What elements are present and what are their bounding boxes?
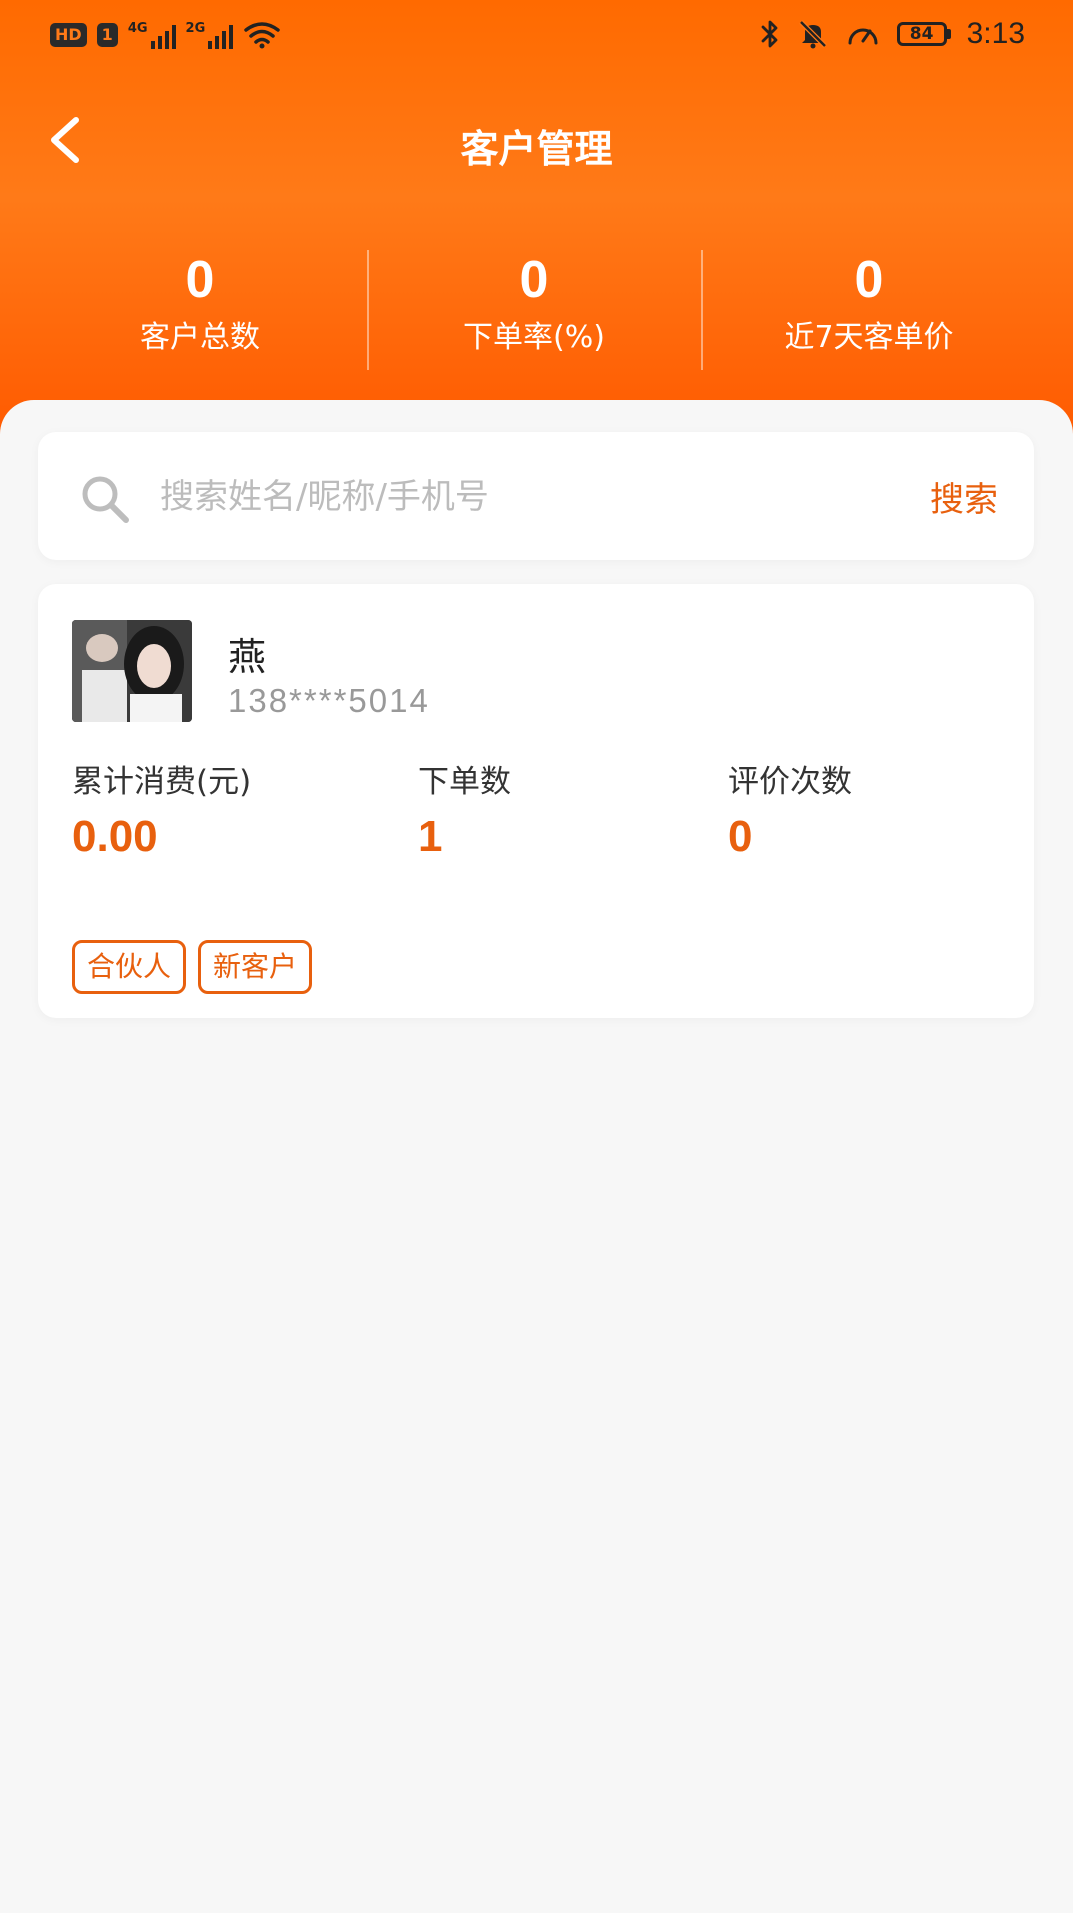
page-title: 客户管理 [460, 127, 613, 171]
wifi-icon [244, 22, 280, 49]
avatar [72, 620, 192, 722]
content-panel: 搜索 燕 138****5014 累计消费(元) 0.00 下单数 1 评价次数 [0, 400, 1073, 1913]
header-background: HD 1 4G 2G 84 3:13 客户管理 0 客户总数 0 下单率(%) … [0, 0, 1073, 440]
customer-card[interactable]: 燕 138****5014 累计消费(元) 0.00 下单数 1 评价次数 0 … [38, 584, 1034, 1018]
signal-bar [171, 25, 176, 49]
customer-tags: 合伙人 新客户 [72, 940, 313, 994]
battery-icon: 84 [896, 22, 951, 46]
stat-value: 0 [854, 251, 884, 309]
metric-label: 累计消费(元) [72, 764, 252, 800]
nav-bar: 客户管理 [0, 100, 1073, 180]
signal-type-label: 2G [185, 21, 206, 36]
search-bar: 搜索 [38, 432, 1034, 560]
metric-value: 0.00 [72, 812, 158, 861]
stat-label: 下单率(%) [463, 320, 605, 355]
signal-icon: 4G [128, 21, 176, 49]
signal-bar [229, 25, 234, 49]
stat-order-rate: 0 下单率(%) [367, 250, 701, 358]
search-input[interactable] [158, 462, 862, 532]
avatar-image [72, 620, 192, 722]
tag-new-customer: 新客户 [198, 940, 313, 994]
metric-value: 0 [728, 812, 753, 861]
speed-meter-icon [848, 28, 878, 45]
status-left: HD 1 4G 2G [50, 18, 281, 52]
stat-total-customers: 0 客户总数 [33, 250, 367, 358]
stat-value: 0 [519, 251, 549, 309]
customer-name: 燕 [228, 635, 267, 679]
signal-type-label: 4G [127, 21, 148, 36]
metric-review-count: 评价次数 0 [728, 762, 852, 862]
signal-bar [215, 36, 220, 49]
search-icon [82, 476, 129, 523]
signal-bar [208, 41, 213, 49]
metric-total-spent: 累计消费(元) 0.00 [72, 762, 251, 862]
mute-bell-icon [798, 20, 827, 49]
status-bar: HD 1 4G 2G 84 3:13 [0, 0, 1073, 70]
battery-level: 84 [896, 22, 947, 46]
hd-badge: HD [50, 23, 87, 47]
status-time: 3:13 [966, 17, 1025, 50]
metric-label: 下单数 [418, 764, 511, 800]
metric-label: 评价次数 [728, 764, 852, 800]
sim-badge: 1 [96, 23, 118, 47]
stat-label: 客户总数 [140, 320, 260, 355]
stat-7day-avg-price: 0 近7天客单价 [702, 250, 1036, 358]
signal-bar [157, 36, 162, 49]
metric-value: 1 [418, 812, 443, 861]
signal-bar [164, 31, 169, 49]
battery-nub [946, 29, 951, 39]
tag-partner: 合伙人 [72, 940, 187, 994]
signal-bar [150, 41, 155, 49]
signal-icon: 2G [186, 21, 234, 49]
metric-order-count: 下单数 1 [418, 762, 511, 862]
signal-bar [222, 31, 227, 49]
search-button[interactable]: 搜索 [930, 472, 998, 521]
bluetooth-icon [761, 20, 778, 48]
customer-phone: 138****5014 [228, 682, 430, 719]
stats-summary: 0 客户总数 0 下单率(%) 0 近7天客单价 [0, 250, 1073, 380]
stat-value: 0 [185, 251, 215, 309]
status-right: 84 3:13 [759, 14, 1025, 54]
stat-label: 近7天客单价 [784, 320, 954, 355]
